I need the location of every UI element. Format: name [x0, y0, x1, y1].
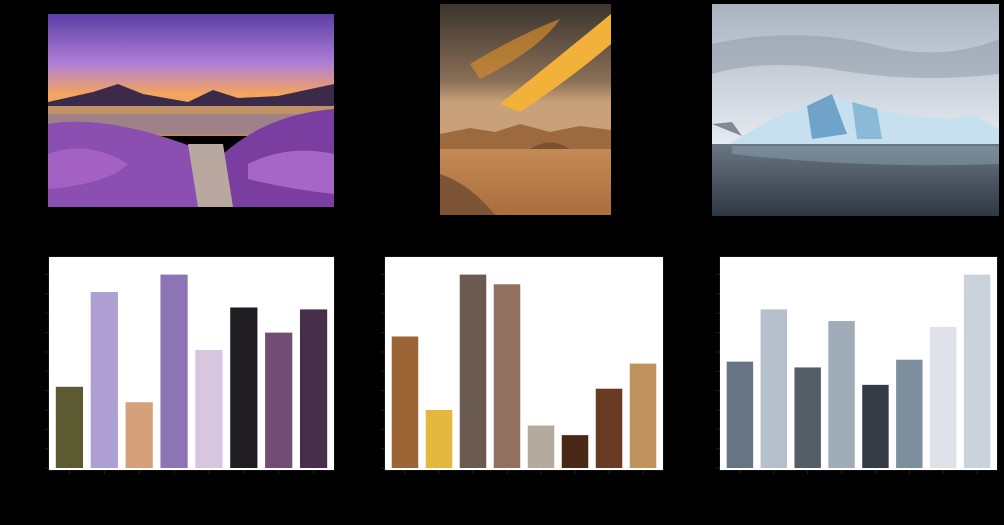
bar-4	[195, 350, 223, 469]
desert-image	[440, 4, 611, 215]
bar-1	[760, 309, 788, 469]
bar-5	[896, 359, 923, 469]
bar-5	[230, 307, 258, 469]
chart-desert-palette	[381, 256, 664, 474]
bar-3	[160, 274, 188, 469]
bar-7	[299, 309, 328, 469]
bar-2	[125, 402, 153, 469]
lavender-lake-image	[48, 14, 334, 207]
chart-svg-2	[716, 274, 991, 474]
bar-6	[265, 332, 293, 469]
chart-svg-0	[45, 274, 328, 474]
bar-0	[726, 361, 754, 469]
bar-2	[459, 274, 487, 469]
bar-3	[493, 284, 521, 469]
bar-1	[425, 409, 453, 469]
chart-svg-1	[381, 274, 657, 474]
bar-5	[561, 435, 589, 469]
bar-4	[862, 384, 889, 469]
bar-7	[629, 363, 657, 469]
chart-iceberg-palette	[716, 256, 998, 474]
bar-6	[595, 388, 623, 469]
bar-3	[828, 321, 855, 469]
chart-lavender-palette	[45, 256, 335, 474]
bar-7	[963, 274, 991, 469]
bar-0	[391, 336, 419, 469]
photo-iceberg	[712, 4, 999, 216]
photo-lavender-lake	[48, 14, 334, 207]
bar-4	[527, 425, 555, 469]
bar-2	[794, 367, 821, 469]
bar-1	[90, 292, 118, 469]
iceberg-image	[712, 4, 999, 216]
photo-desert	[440, 4, 611, 215]
bar-0	[55, 386, 84, 469]
bar-6	[929, 326, 957, 469]
